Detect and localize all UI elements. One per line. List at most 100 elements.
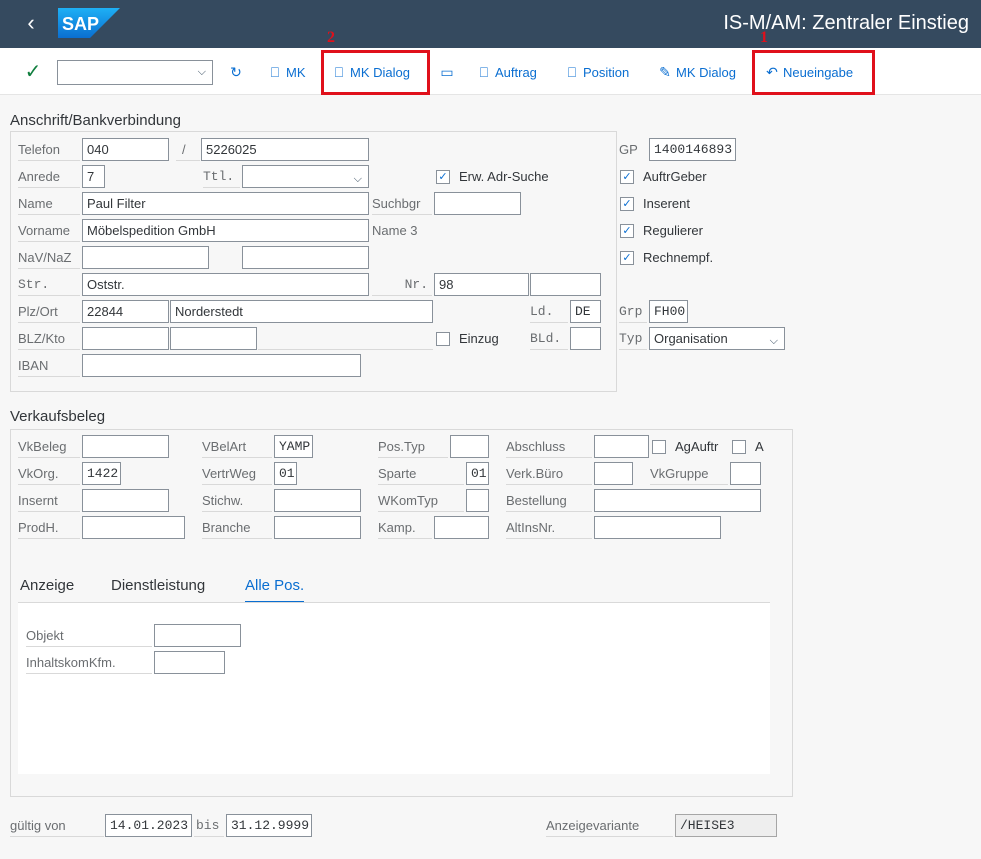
telefon-separator: / (176, 138, 200, 161)
command-field[interactable]: ⌵ (57, 60, 213, 85)
vkorg-input[interactable]: 1422 (82, 462, 121, 485)
vertrweg-input[interactable]: 01 (274, 462, 297, 485)
iban-label: IBAN (18, 354, 80, 377)
wkomtyp-input[interactable] (466, 489, 489, 512)
verkaufsbeleg-title: Verkaufsbeleg (10, 408, 106, 425)
plz-input[interactable]: 22844 (82, 300, 169, 323)
card-button[interactable]: ▭ (440, 57, 458, 87)
checkmark-icon[interactable]: ✓ (20, 57, 46, 87)
vkgruppe-input[interactable] (730, 462, 761, 485)
gp-input[interactable]: 1400146893 (649, 138, 736, 161)
inhaltskom-label: InhaltskomKfm. (26, 651, 152, 674)
wkomtyp-label: WKomTyp (378, 489, 464, 512)
erw-adr-suche-label: Erw. Adr-Suche (459, 169, 549, 184)
verkbuero-input[interactable] (594, 462, 633, 485)
nav-input[interactable] (82, 246, 209, 269)
tab-alle-pos[interactable]: Alle Pos. (245, 577, 305, 603)
auftrgeber-checkbox[interactable]: ✓ (620, 170, 634, 184)
anzeigevariante-label: Anzeigevariante (546, 814, 673, 837)
insernt-input[interactable] (82, 489, 169, 512)
house-number-input[interactable]: 98 (434, 273, 529, 296)
agauftr-checkbox[interactable] (652, 440, 666, 454)
chevron-down-icon: ⌵ (769, 335, 778, 347)
stichw-input[interactable] (274, 489, 361, 512)
sparte-input[interactable]: 01 (466, 462, 489, 485)
name-label: Name (18, 192, 80, 215)
grp-input[interactable]: FH00 (649, 300, 688, 323)
house-number-suffix-input[interactable] (530, 273, 601, 296)
anrede-input[interactable]: 7 (82, 165, 105, 188)
postyp-label: Pos.Typ (378, 435, 448, 458)
agauftr-label: AgAuftr (675, 439, 719, 454)
blz-kto-label: BLZ/Kto (18, 327, 80, 350)
telefon-number-input[interactable]: 5226025 (201, 138, 369, 161)
prodh-input[interactable] (82, 516, 185, 539)
kamp-input[interactable] (434, 516, 489, 539)
stichw-label: Stichw. (202, 489, 272, 512)
einzug-checkbox[interactable] (436, 332, 450, 346)
tab-anzeige[interactable]: Anzeige (20, 577, 74, 603)
abschluss-input[interactable] (594, 435, 649, 458)
plz-ort-label: Plz/Ort (18, 300, 80, 323)
a-checkbox[interactable] (732, 440, 746, 454)
kto-input[interactable] (170, 327, 257, 350)
callout-number-2: 2 (327, 29, 335, 46)
telefon-prefix-input[interactable]: 040 (82, 138, 169, 161)
vbelart-label: VBelArt (202, 435, 272, 458)
suchbgr-input[interactable] (434, 192, 521, 215)
vbelart-input[interactable]: YAMP (274, 435, 313, 458)
mk-button[interactable]: ⎕ MK (268, 57, 306, 87)
mk-dialog-edit-button[interactable]: ✎ MK Dialog (658, 57, 736, 87)
gp-label: GP (619, 142, 638, 157)
vorname-label: Vorname (18, 219, 80, 242)
history-icon: ↻ (230, 64, 242, 80)
street-input[interactable]: Oststr. (82, 273, 369, 296)
valid-from-input[interactable]: 14.01.2023 (105, 814, 192, 837)
vkgruppe-label: VkGruppe (650, 462, 728, 485)
card-icon: ▭ (440, 64, 454, 80)
auftrag-button[interactable]: ⎕ Auftrag (477, 57, 537, 87)
altinsnr-label: AltInsNr. (506, 516, 592, 539)
inhaltskom-input[interactable] (154, 651, 225, 674)
altinsnr-input[interactable] (594, 516, 721, 539)
auftrgeber-label: AuftrGeber (643, 169, 707, 184)
name-input[interactable]: Paul Filter (82, 192, 369, 215)
chevron-down-icon: ⌵ (353, 173, 362, 185)
objekt-input[interactable] (154, 624, 241, 647)
ttl-select[interactable]: ⌵ (242, 165, 369, 188)
abschluss-label: Abschluss (506, 435, 592, 458)
typ-select[interactable]: Organisation ⌵ (649, 327, 785, 350)
postyp-input[interactable] (450, 435, 489, 458)
inserent-label: Inserent (643, 196, 690, 211)
chevron-down-icon: ⌵ (197, 66, 206, 78)
vkorg-label: VkOrg. (18, 462, 80, 485)
erw-adr-suche-checkbox[interactable]: ✓ (436, 170, 450, 184)
valid-to-input[interactable]: 31.12.9999 (226, 814, 312, 837)
suchbgr-label: Suchbgr (372, 192, 432, 215)
ort-input[interactable]: Norderstedt (170, 300, 433, 323)
vorname-input[interactable]: Möbelspedition GmbH (82, 219, 369, 242)
grp-label: Grp (619, 300, 647, 323)
naz-input[interactable] (242, 246, 369, 269)
ttl-label: Ttl. (203, 165, 240, 188)
svg-text:SAP: SAP (62, 14, 99, 34)
sap-logo: SAP (58, 8, 120, 38)
regulierer-checkbox[interactable]: ✓ (620, 224, 634, 238)
back-button[interactable]: ‹ (16, 10, 46, 38)
inserent-checkbox[interactable]: ✓ (620, 197, 634, 211)
bestellung-label: Bestellung (506, 489, 592, 512)
vkbeleg-input[interactable] (82, 435, 169, 458)
history-button[interactable]: ↻ (229, 57, 247, 87)
land-input[interactable]: DE (570, 300, 601, 323)
bestellung-input[interactable] (594, 489, 761, 512)
verkbuero-label: Verk.Büro (506, 462, 592, 485)
tab-dienstleistung[interactable]: Dienstleistung (111, 577, 205, 603)
bld-input[interactable] (570, 327, 601, 350)
rechnempf-checkbox[interactable]: ✓ (620, 251, 634, 265)
iban-input[interactable] (82, 354, 361, 377)
blz-input[interactable] (82, 327, 169, 350)
position-button[interactable]: ⎕ Position (565, 57, 629, 87)
bld-label: BLd. (530, 327, 568, 350)
branche-input[interactable] (274, 516, 361, 539)
a-label: A (755, 439, 764, 454)
